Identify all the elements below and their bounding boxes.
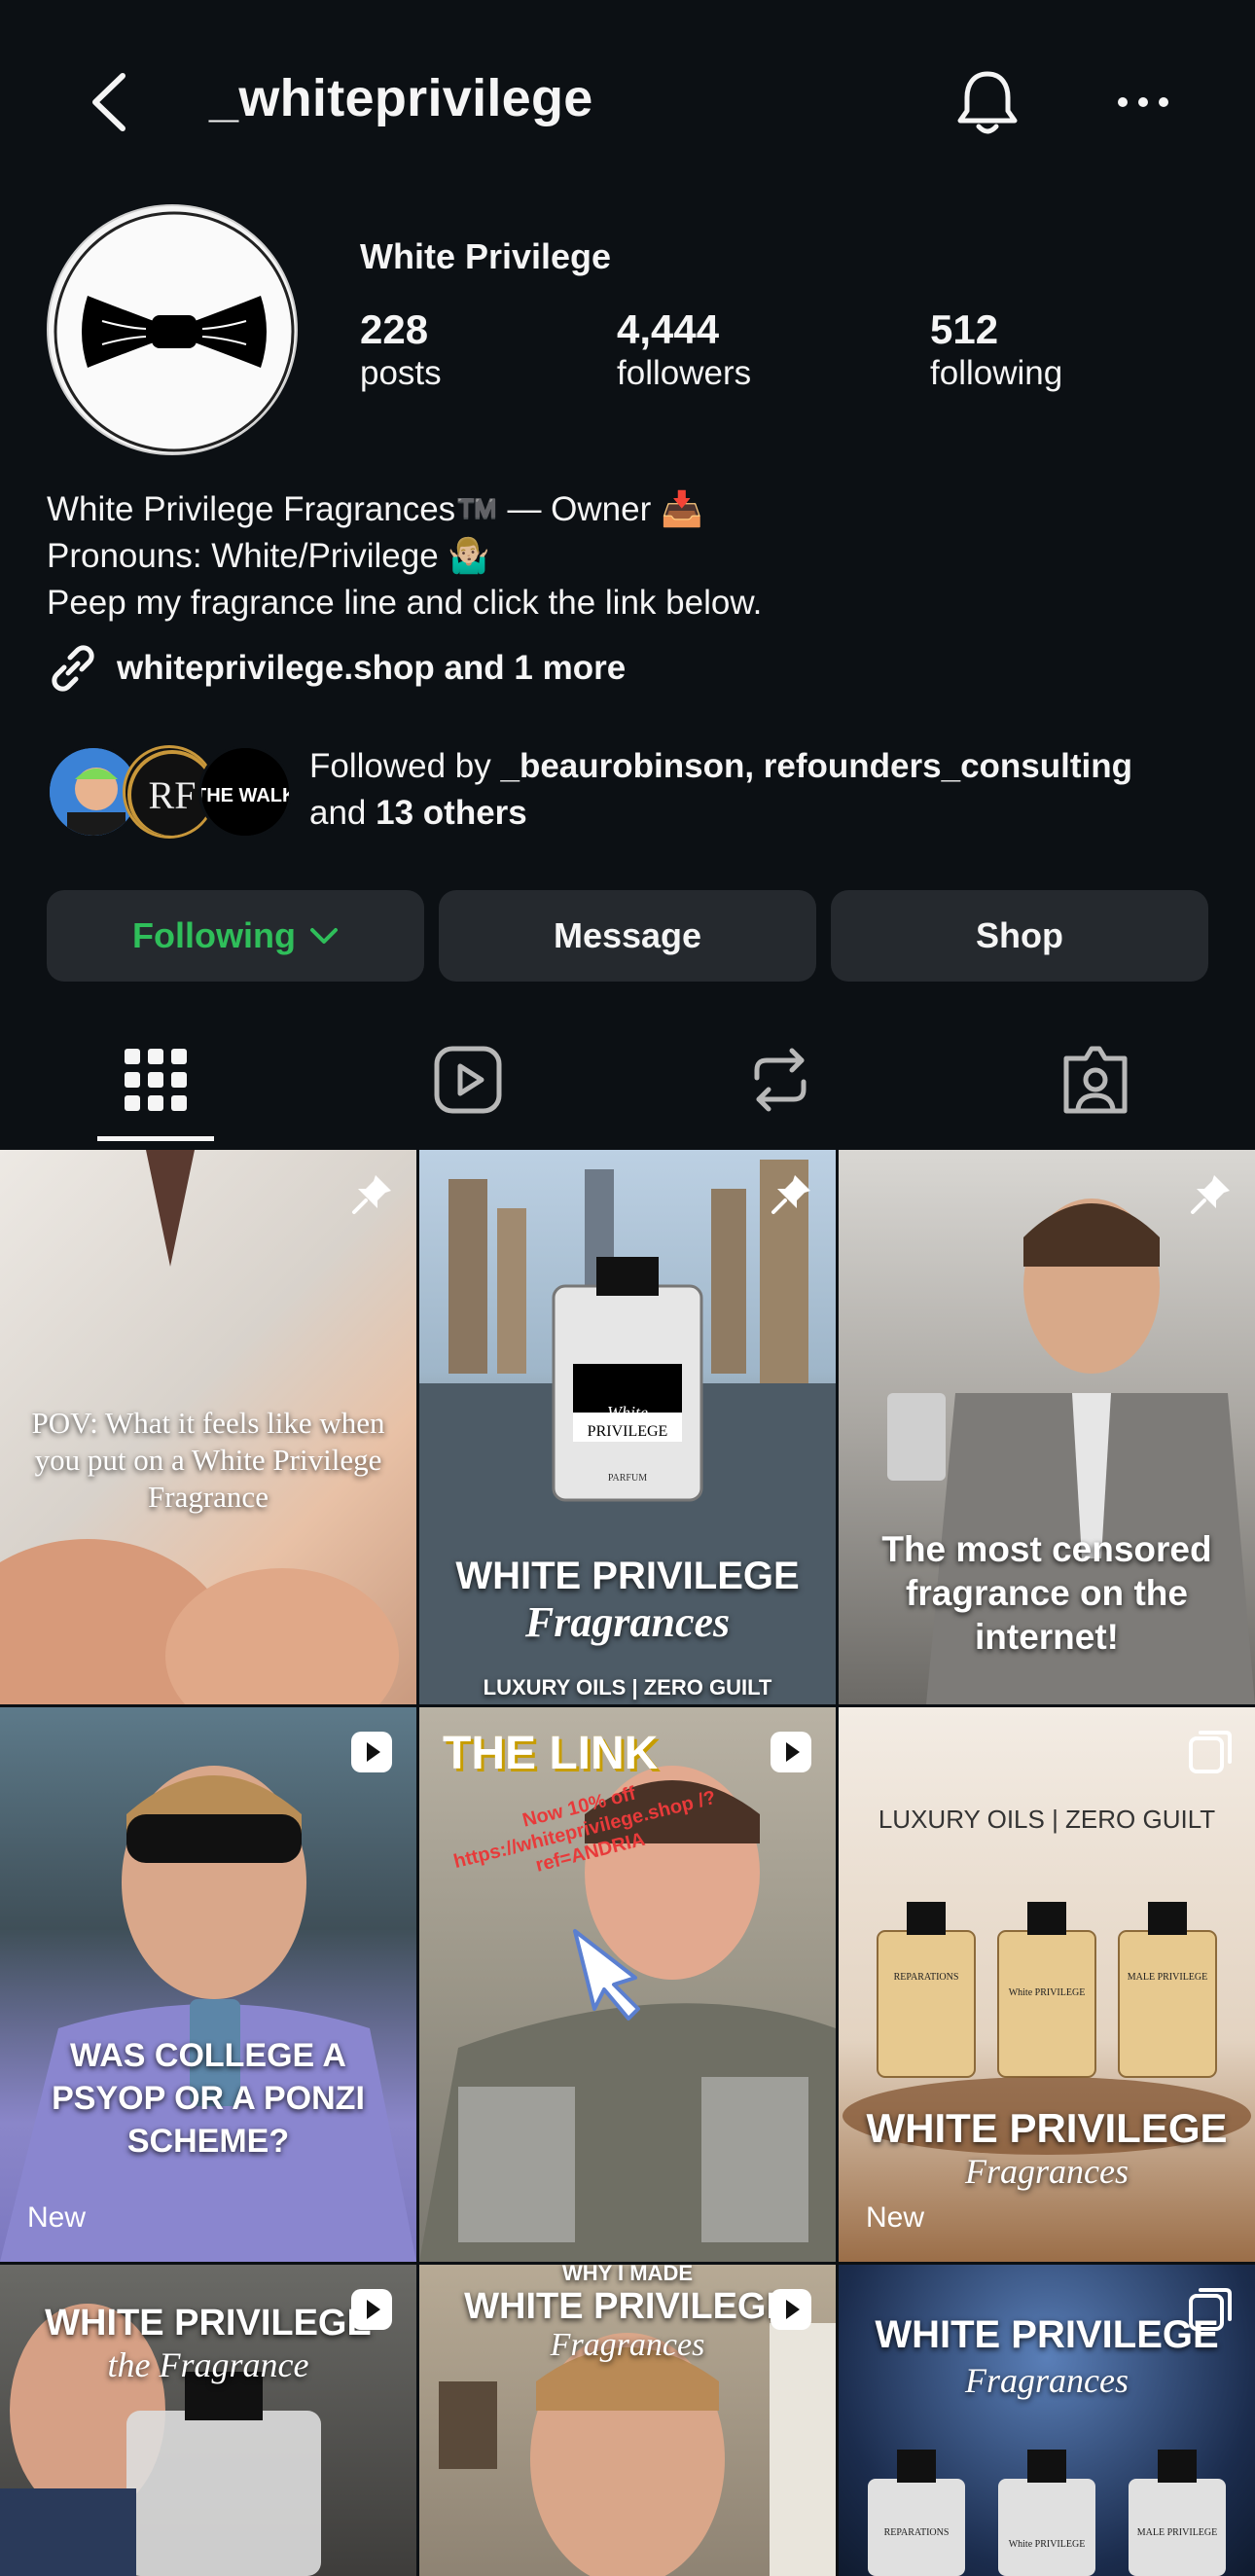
post-tile[interactable]: POV: What it feels like when you put on …	[0, 1150, 416, 1704]
tagged-tab-icon[interactable]	[1057, 1041, 1134, 1119]
following-button[interactable]: Following	[47, 890, 424, 982]
grid-tab-icon[interactable]	[117, 1041, 195, 1119]
svg-text:MALE PRIVILEGE: MALE PRIVILEGE	[1128, 1972, 1208, 1983]
svg-text:MALE PRIVILEGE: MALE PRIVILEGE	[1137, 2527, 1218, 2538]
post-tile[interactable]: THE LINK Now 10% off https://whiteprivil…	[419, 1707, 836, 2262]
carousel-icon	[1189, 2288, 1232, 2331]
reposts-tab-icon[interactable]	[741, 1041, 819, 1119]
profile-username: _whiteprivilege	[209, 69, 593, 127]
new-label: New	[866, 2201, 925, 2234]
reel-icon	[351, 2289, 392, 2330]
followers-count[interactable]: 4,444 followers	[617, 306, 751, 395]
post-tile[interactable]: REPARATIONS White PRIVILEGE MALE PRIVILE…	[839, 1707, 1255, 2262]
display-name: White Privilege	[360, 236, 612, 276]
post-tile[interactable]: WAS COLLEGE A PSYOP OR A PONZI SCHEME? N…	[0, 1707, 416, 2262]
bio-line: Peep my fragrance line and click the lin…	[47, 584, 763, 622]
post-tile[interactable]: REPARATIONS White PRIVILEGE MALE PRIVILE…	[839, 2265, 1255, 2576]
bio-line: Pronouns: White/Privilege 🤷🏼‍♂️	[47, 537, 490, 575]
chevron-down-icon	[309, 928, 338, 944]
svg-text:White: White	[607, 1403, 648, 1422]
svg-text:White PRIVILEGE: White PRIVILEGE	[1009, 1987, 1086, 1998]
svg-text:REPARATIONS: REPARATIONS	[884, 2527, 950, 2538]
profile-avatar[interactable]	[47, 204, 298, 455]
profile-bio: White Privilege Fragrances™️ — Owner 📥 P…	[47, 486, 762, 626]
notification-bell-icon[interactable]	[953, 68, 1022, 138]
reel-icon	[771, 2289, 811, 2330]
link-icon	[52, 645, 94, 692]
post-tile[interactable]: WHY I MADE WHITE PRIVILEGE Fragrances	[419, 2265, 836, 2576]
pin-icon	[771, 1175, 810, 1214]
reel-icon	[351, 1732, 392, 1772]
pin-icon	[1191, 1175, 1230, 1214]
following-count[interactable]: 512 following	[930, 306, 1062, 395]
reels-tab-icon[interactable]	[429, 1041, 507, 1119]
pin-icon	[352, 1175, 391, 1214]
more-options-icon[interactable]	[1117, 88, 1169, 117]
svg-text:RF: RF	[149, 773, 197, 817]
message-button[interactable]: Message	[439, 890, 816, 982]
new-label: New	[27, 2201, 87, 2234]
svg-text:PARFUM: PARFUM	[608, 1473, 647, 1484]
profile-tabs	[0, 1012, 1255, 1148]
post-tile[interactable]: White PRIVILEGE PARFUM WHITE PRIVILEGE F…	[419, 1150, 836, 1704]
followed-by-text[interactable]: Followed by _beaurobinson, refounders_co…	[309, 743, 1224, 837]
post-tile[interactable]: The most censored fragrance on the inter…	[839, 1150, 1255, 1704]
bow-tie-logo	[54, 211, 295, 452]
svg-text:White PRIVILEGE: White PRIVILEGE	[1009, 2539, 1086, 2550]
top-bar: _whiteprivilege	[0, 0, 1255, 204]
carousel-icon	[1189, 1731, 1232, 1773]
mutual-avatar: THE WALK.	[198, 745, 292, 839]
posts-count[interactable]: 228 posts	[360, 306, 442, 395]
back-arrow-icon[interactable]	[86, 68, 134, 136]
reel-icon	[771, 1732, 811, 1772]
post-tile[interactable]: WHITE PRIVILEGE the Fragrance	[0, 2265, 416, 2576]
profile-link-text: whiteprivilege.shop and 1 more	[117, 649, 627, 687]
svg-text:THE WALK.: THE WALK.	[201, 785, 292, 806]
svg-text:PRIVILEGE: PRIVILEGE	[588, 1423, 668, 1440]
bio-line: White Privilege Fragrances™️ — Owner 📥	[47, 490, 703, 528]
svg-text:REPARATIONS: REPARATIONS	[894, 1972, 959, 1983]
profile-link[interactable]: whiteprivilege.shop and 1 more	[47, 642, 626, 695]
active-tab-indicator	[97, 1136, 214, 1141]
shop-button[interactable]: Shop	[831, 890, 1208, 982]
mutual-followers-avatars[interactable]: RF THE WALK.	[47, 745, 300, 839]
posts-grid: POV: What it feels like when you put on …	[0, 1150, 1255, 2576]
